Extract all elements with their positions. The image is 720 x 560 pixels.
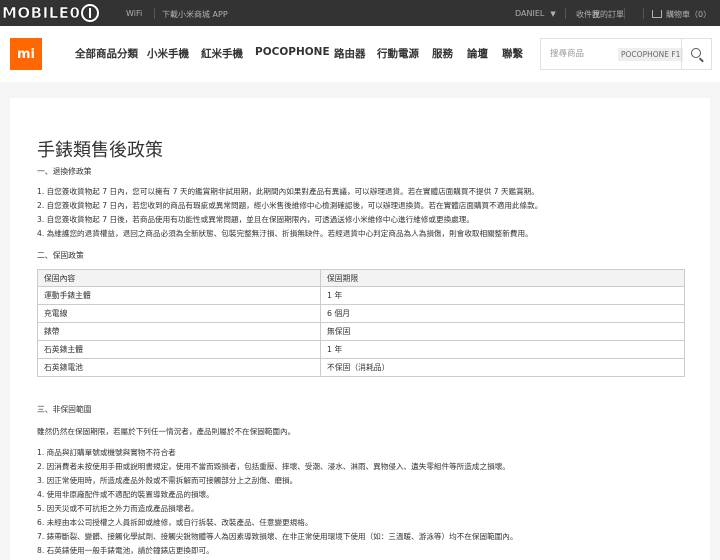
nav-routers[interactable]: 路由器 <box>334 46 366 61</box>
list-item: 2. 因消費者未按使用手冊或說明書規定，使用不當而毀損者，包括重壓、摔壞、受潮、… <box>37 462 510 471</box>
search-hot-keyword[interactable]: POCOPHONE F1 <box>618 48 684 61</box>
policy-content: 手錶類售後政策 一、退換修政策 1. 自您簽收貨物起 7 日內，您可以擁有 7 … <box>10 98 710 560</box>
orders-link[interactable]: 我的訂單 <box>592 9 624 20</box>
table-cell: 充電線 <box>37 304 321 323</box>
cart-icon <box>652 10 662 18</box>
nav-pocophone[interactable]: POCOPHONE <box>255 46 330 58</box>
watermark-logo: MOBILE0 <box>2 3 126 23</box>
list-item: 2. 自您簽收貨物起 7 日內，若您收到的商品有瑕疵或異常問題，經小米售後維修中… <box>37 201 543 210</box>
section-heading-exclusions: 三、非保固範圍 <box>37 405 92 414</box>
nav-contact[interactable]: 聯繫 <box>502 46 523 61</box>
table-cell: 無保固 <box>320 322 685 341</box>
list-item: 7. 錶帶斷裂、變髒、接觸化學試劑、接觸尖銳物體等人為因素導致損壞、在非正常使用… <box>37 532 518 541</box>
section-heading-returns: 一、退換修政策 <box>37 167 92 176</box>
mi-logo[interactable]: mi <box>10 38 42 70</box>
table-cell: 運動手錶主體 <box>37 286 321 305</box>
divider <box>154 8 155 19</box>
table-row: 錶帶 無保固 <box>37 322 685 341</box>
top-bar: MOBILE0 WiFi 下載小米商城 APP DANIEL ▼ 收件匣 我的訂單… <box>0 0 720 26</box>
nav-service[interactable]: 服務 <box>432 46 453 61</box>
nav-forum[interactable]: 論壇 <box>467 46 488 61</box>
divider <box>565 8 566 19</box>
table-cell: 6 個月 <box>320 304 685 323</box>
divider <box>643 8 644 19</box>
nav-redmi-phones[interactable]: 紅米手機 <box>201 46 243 61</box>
cart-label: 購物車（0） <box>666 10 712 19</box>
table-header-row: 保固內容 保固期限 <box>37 269 685 287</box>
section-heading-warranty: 二、保固政策 <box>37 251 84 260</box>
list-item: 4. 為維護您的退貨權益，退回之商品必須為全新狀態、包裝完整無汙損、折損無缺件。… <box>37 229 533 238</box>
table-header-cell: 保固內容 <box>37 269 321 287</box>
list-item: 5. 因天災或不可抗拒之外力而造成產品損壞者。 <box>37 504 199 513</box>
table-row: 石英錶電池 不保固（消耗品） <box>37 358 685 377</box>
search-button[interactable] <box>681 39 712 69</box>
page-title: 手錶類售後政策 <box>37 140 163 161</box>
search-icon <box>691 48 701 58</box>
list-item: 6. 未經由本公司授權之人員拆卸或維修，或自行拆裝、改裝產品、任意變更規格。 <box>37 518 313 527</box>
list-item: 8. 石英錶使用一般手錶電池，請於鐘錶店更換即可。 <box>37 546 214 555</box>
topbar-wifi-link[interactable]: WiFi <box>126 9 142 18</box>
table-cell: 1 年 <box>320 286 685 305</box>
divider <box>624 8 625 19</box>
site-header: mi 全部商品分類 小米手機 紅米手機 POCOPHONE 路由器 行動電源 服… <box>0 26 720 82</box>
table-cell: 錶帶 <box>37 322 321 341</box>
topbar-app-download-link[interactable]: 下載小米商城 APP <box>162 9 228 20</box>
table-cell: 石英錶電池 <box>37 358 321 377</box>
nav-all-categories[interactable]: 全部商品分類 <box>75 46 138 61</box>
list-item: 1. 自您簽收貨物起 7 日內，您可以擁有 7 天的鑑賞期非試用期，此期間內如果… <box>37 187 539 196</box>
warranty-table: 保固內容 保固期限 運動手錶主體 1 年 充電線 6 個月 錶帶 無保固 石英錶… <box>37 269 685 377</box>
list-item: 3. 因正常使用時，所造成產品外殼或不需拆解而可接觸部分上之刮傷、磨損。 <box>37 476 298 485</box>
table-row: 石英錶主體 1 年 <box>37 340 685 359</box>
user-menu[interactable]: DANIEL ▼ <box>515 9 556 18</box>
list-item: 3. 自您簽收貨物起 7 日後，若商品使用有功能性或異常問題，並且在保固期限內，… <box>37 215 474 224</box>
table-row: 運動手錶主體 1 年 <box>37 286 685 305</box>
section-intro: 雖然仍然在保固期限，若屬於下列任一情況者，產品則屬於不在保固範圍內。 <box>37 427 296 436</box>
search-box: POCOPHONE F1 <box>540 38 712 70</box>
cart-button[interactable]: 購物車（0） <box>652 9 711 20</box>
table-row: 充電線 6 個月 <box>37 304 685 323</box>
table-cell: 不保固（消耗品） <box>320 358 685 377</box>
table-cell: 1 年 <box>320 340 685 359</box>
nav-mi-phones[interactable]: 小米手機 <box>147 46 189 61</box>
watermark-circle-icon <box>81 4 100 22</box>
list-item: 4. 使用非原廠配件或不適配的裝置導致產品的損壞。 <box>37 490 214 499</box>
user-name: DANIEL <box>515 9 545 18</box>
table-cell: 石英錶主體 <box>37 340 321 359</box>
table-header-cell: 保固期限 <box>320 269 685 287</box>
nav-power-banks[interactable]: 行動電源 <box>377 46 419 61</box>
list-item: 1. 商品與訂購單號或機號與實物不符合者 <box>37 448 176 457</box>
chevron-down-icon: ▼ <box>550 10 556 18</box>
